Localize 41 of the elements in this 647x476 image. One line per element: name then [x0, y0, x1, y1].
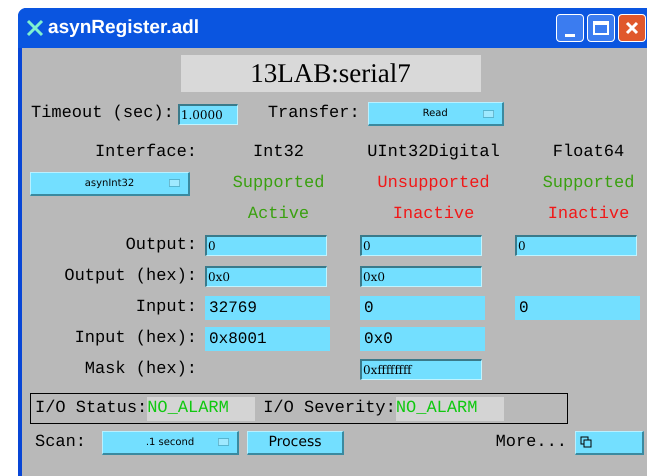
- status-value: NO_ALARM: [147, 396, 256, 420]
- value-field[interactable]: 0xffffffff: [360, 359, 482, 380]
- value-readout: 0x0: [360, 326, 485, 350]
- value-field[interactable]: 0x0: [360, 266, 482, 287]
- timeout-label: Timeout (sec):: [31, 103, 174, 126]
- row-label: Mask (hex):: [84, 358, 197, 381]
- severity-label: I/O Severity:: [263, 398, 396, 420]
- timeout-field[interactable]: 1.0000: [178, 104, 238, 124]
- severity-value: NO_ALARM: [396, 396, 504, 420]
- interface-menu[interactable]: asynInt32: [30, 172, 190, 196]
- value-field[interactable]: 0x0: [205, 266, 327, 287]
- active-status: Inactive: [548, 204, 630, 226]
- status-label: I/O Status:: [35, 398, 148, 420]
- column-heading: UInt32Digital: [367, 142, 500, 164]
- column-heading: Int32: [252, 142, 304, 164]
- active-status: Active: [248, 204, 310, 226]
- value-field[interactable]: 0: [515, 235, 637, 256]
- value-readout: 0x8001: [205, 326, 330, 350]
- device-name: 13LAB:serial7: [180, 55, 480, 92]
- scan-label: Scan:: [35, 432, 86, 454]
- support-status: Unsupported: [377, 172, 490, 195]
- row-label: Input (hex):: [74, 328, 197, 350]
- row-label: Input:: [136, 296, 197, 319]
- value-readout: 0: [360, 296, 485, 320]
- row-label: Output:: [126, 234, 197, 257]
- transfer-label: Transfer:: [268, 103, 360, 126]
- column-heading: Float64: [552, 142, 624, 164]
- value-field[interactable]: 0: [205, 235, 327, 256]
- active-status: Inactive: [392, 204, 474, 226]
- value-readout: 0: [515, 296, 640, 320]
- support-status: Supported: [232, 172, 324, 195]
- process-button[interactable]: Process: [247, 430, 344, 455]
- more-label: More...: [496, 432, 567, 454]
- row-label: Output (hex):: [64, 266, 197, 288]
- value-readout: 32769: [205, 296, 330, 320]
- support-status: Supported: [542, 172, 634, 195]
- transfer-menu[interactable]: Read: [368, 102, 504, 126]
- interface-label: Interface:: [94, 142, 197, 164]
- scan-menu[interactable]: .1 second: [102, 430, 240, 455]
- window-title: asynRegister.adl: [48, 16, 200, 40]
- value-field[interactable]: 0: [360, 235, 482, 256]
